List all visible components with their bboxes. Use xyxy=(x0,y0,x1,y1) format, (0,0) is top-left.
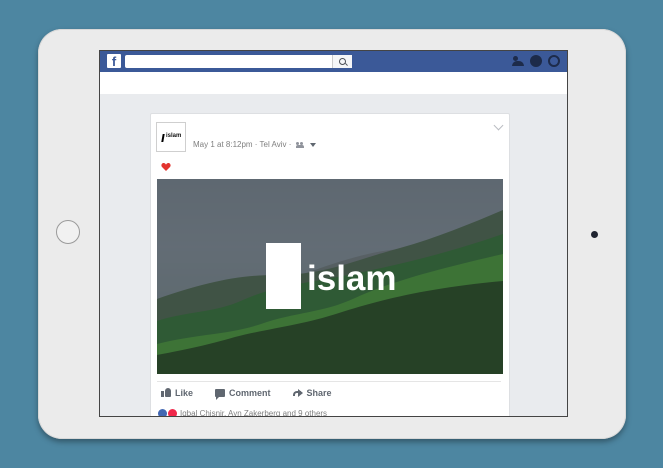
friends-icon[interactable] xyxy=(512,55,524,67)
like-icon xyxy=(161,388,171,397)
love-reaction-icon xyxy=(168,409,177,416)
screen: f islam May 1 at 8:12pm · Tel Aviv · isl… xyxy=(99,50,568,417)
comment-button[interactable]: Comment xyxy=(215,387,271,400)
overlay-logo-text: islam xyxy=(307,259,397,298)
post-meta-text: May 1 at 8:12pm · Tel Aviv · xyxy=(193,140,292,149)
chevron-down-icon[interactable] xyxy=(309,142,316,147)
tablet-frame: f islam May 1 at 8:12pm · Tel Aviv · isl… xyxy=(38,29,626,439)
post-meta: May 1 at 8:12pm · Tel Aviv · xyxy=(193,140,316,149)
logo-block-shape xyxy=(266,243,301,309)
avatar[interactable]: islam xyxy=(156,122,186,152)
post-actions: Like Comment Share xyxy=(157,381,501,403)
globe-icon[interactable] xyxy=(548,55,560,67)
post-options-chevron-icon[interactable] xyxy=(493,120,504,131)
comment-label: Comment xyxy=(229,387,271,398)
front-camera xyxy=(591,231,598,238)
navigation-strip xyxy=(100,72,567,94)
reactions-summary[interactable]: Iqbal Chisnir, Ayn Zakerberg and 9 other… xyxy=(158,409,328,417)
comment-icon xyxy=(215,388,226,400)
like-reaction-icon xyxy=(158,409,167,416)
post-photo[interactable]: islam xyxy=(157,179,503,374)
nav-icons xyxy=(512,55,560,67)
avatar-text: islam xyxy=(166,133,182,139)
share-button[interactable]: Share xyxy=(292,387,332,398)
facebook-top-bar: f xyxy=(100,51,567,72)
messages-icon[interactable] xyxy=(530,55,542,67)
avatar-mark xyxy=(161,134,165,142)
facebook-post: islam May 1 at 8:12pm · Tel Aviv · islam… xyxy=(150,113,510,417)
search-input[interactable] xyxy=(125,55,352,68)
heart-icon xyxy=(161,162,171,171)
like-button[interactable]: Like xyxy=(161,388,193,398)
audience-icon xyxy=(295,141,306,148)
reactions-summary-text: Iqbal Chisnir, Ayn Zakerberg and 9 other… xyxy=(180,409,328,417)
like-label: Like xyxy=(175,387,194,398)
share-icon xyxy=(292,388,303,397)
search-icon[interactable] xyxy=(332,55,352,68)
facebook-logo-icon[interactable]: f xyxy=(107,54,121,68)
share-label: Share xyxy=(306,387,332,398)
home-button[interactable] xyxy=(56,220,80,244)
